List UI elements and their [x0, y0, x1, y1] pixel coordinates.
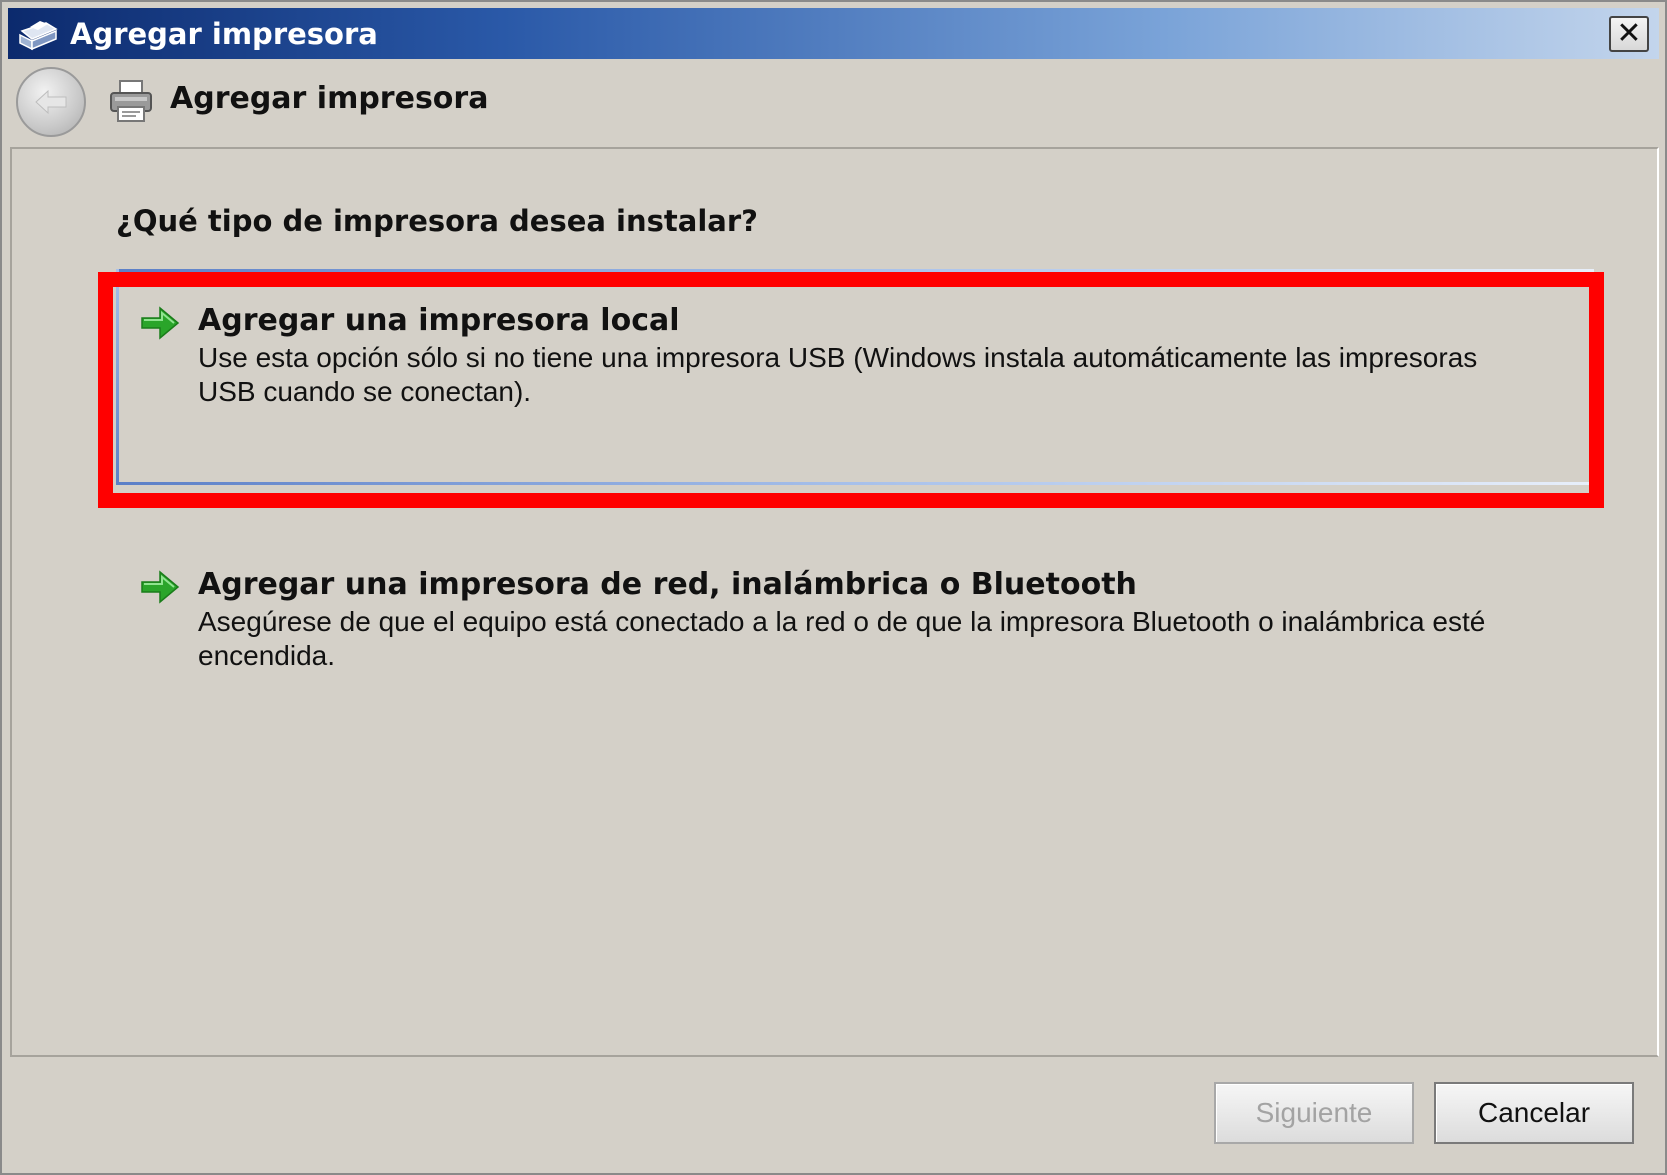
- back-button[interactable]: [16, 67, 86, 137]
- wizard-header: Agregar impresora: [8, 59, 1659, 147]
- title-bar[interactable]: Agregar impresora ✕: [8, 8, 1659, 59]
- close-icon: ✕: [1616, 16, 1642, 51]
- next-button[interactable]: Siguiente: [1214, 1082, 1414, 1144]
- window-title: Agregar impresora: [70, 17, 378, 51]
- option-highlight-left: [116, 269, 119, 485]
- option-description: Asegúrese de que el equipo está conectad…: [198, 606, 1486, 671]
- close-button[interactable]: ✕: [1609, 16, 1649, 52]
- back-arrow-icon: [35, 89, 67, 115]
- option-add-network-printer[interactable]: Agregar una impresora de red, inalámbric…: [116, 541, 1594, 681]
- green-arrow-icon: [141, 570, 180, 604]
- wizard-title: Agregar impresora: [170, 81, 489, 116]
- content-panel: ¿Qué tipo de impresora desea instalar? A…: [10, 147, 1659, 1057]
- printer-icon: [110, 80, 152, 122]
- option-highlight-bottom: [116, 482, 1594, 485]
- cancel-button[interactable]: Cancelar: [1434, 1082, 1634, 1144]
- green-arrow-icon: [141, 306, 180, 340]
- option-description: Use esta opción sólo si no tiene una imp…: [198, 342, 1478, 407]
- option-title: Agregar una impresora de red, inalámbric…: [198, 567, 1137, 602]
- option-highlight-top: [116, 269, 1594, 272]
- add-printer-dialog: Agregar impresora ✕ Agregar impresora ¿Q…: [0, 0, 1667, 1175]
- option-title: Agregar una impresora local: [198, 303, 680, 338]
- option-add-local-printer[interactable]: Agregar una impresora local Use esta opc…: [116, 269, 1594, 485]
- page-question: ¿Qué tipo de impresora desea instalar?: [116, 204, 758, 238]
- printer-icon: [19, 21, 58, 51]
